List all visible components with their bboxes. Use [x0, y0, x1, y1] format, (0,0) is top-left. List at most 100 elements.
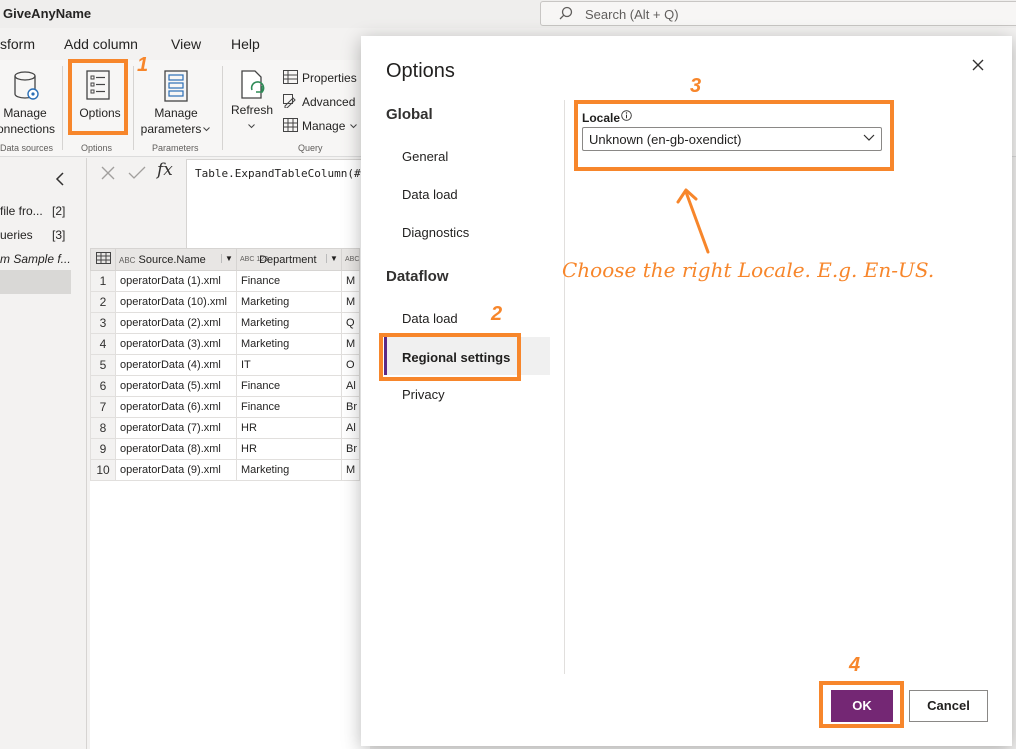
selected-query-row[interactable] [0, 270, 71, 294]
table-cell[interactable]: HR [236, 417, 342, 439]
row-number[interactable]: 5 [90, 354, 116, 376]
menu-view[interactable]: View [171, 36, 201, 52]
formula-text: Table.ExpandTableColumn(# [195, 167, 361, 180]
table-cell[interactable]: operatorData (3).xml [115, 333, 237, 355]
advanced-editor-button[interactable]: Advanced [302, 95, 355, 109]
data-table: ABC Source.Name ▼ ABC 123 Department ▼ A… [90, 248, 374, 481]
table-row[interactable]: 5 operatorData (4).xml IT O [90, 354, 360, 376]
table-cell[interactable]: M [341, 459, 360, 481]
column-header-partial[interactable]: ABC 123 [341, 248, 374, 271]
row-number[interactable]: 4 [90, 333, 116, 355]
row-number[interactable]: 10 [90, 459, 116, 481]
table-cell[interactable]: M [341, 291, 360, 313]
queries-pane [0, 158, 87, 749]
table-cell[interactable]: operatorData (4).xml [115, 354, 237, 376]
menu-add-column[interactable]: Add column [64, 36, 138, 52]
table-cell[interactable]: operatorData (2).xml [115, 312, 237, 334]
table-cell[interactable]: Br [341, 438, 360, 460]
table-cell[interactable]: Marketing [236, 291, 342, 313]
data-grid: ABC Source.Name ▼ ABC 123 Department ▼ A… [90, 248, 374, 749]
table-cell[interactable]: Al [341, 417, 360, 439]
table-cell[interactable]: operatorData (10).xml [115, 291, 237, 313]
table-cell[interactable]: operatorData (6).xml [115, 396, 237, 418]
manage-connections-label-2[interactable]: onnections [0, 122, 56, 136]
search-box[interactable]: Search (Alt + Q) [540, 1, 1016, 26]
table-cell[interactable]: M [341, 270, 360, 292]
table-cell[interactable]: Finance [236, 375, 342, 397]
menu-help[interactable]: Help [231, 36, 260, 52]
type-any-icon: ABC 123 [240, 256, 269, 264]
type-any-icon: ABC 123 [345, 256, 374, 264]
nav-general[interactable]: General [402, 149, 448, 164]
cancel-x-icon[interactable] [100, 165, 116, 181]
collapse-chevron-left-icon[interactable] [55, 172, 65, 186]
table-cell[interactable]: operatorData (8).xml [115, 438, 237, 460]
table-row[interactable]: 4 operatorData (3).xml Marketing M [90, 333, 360, 355]
parameters-icon [164, 70, 188, 102]
table-cell[interactable]: Finance [236, 396, 342, 418]
menu-transform[interactable]: sform [0, 36, 35, 52]
table-cell[interactable]: Al [341, 375, 360, 397]
fx-icon[interactable]: fx [157, 160, 173, 180]
table-cell[interactable]: operatorData (9).xml [115, 459, 237, 481]
table-cell[interactable]: operatorData (7).xml [115, 417, 237, 439]
table-cell[interactable]: operatorData (5).xml [115, 375, 237, 397]
nav-diagnostics[interactable]: Diagnostics [402, 225, 469, 240]
commit-check-icon[interactable] [128, 165, 146, 181]
table-row[interactable]: 6 operatorData (5).xml Finance Al [90, 375, 360, 397]
table-cell[interactable]: Marketing [236, 333, 342, 355]
table-cell[interactable]: Marketing [236, 459, 342, 481]
column-filter-dropdown-icon[interactable]: ▼ [326, 253, 341, 263]
table-cell[interactable]: O [341, 354, 360, 376]
query-item-name[interactable]: m Sample f... [0, 252, 70, 266]
table-row[interactable]: 8 operatorData (7).xml HR Al [90, 417, 360, 439]
table-row[interactable]: 2 operatorData (10).xml Marketing M [90, 291, 360, 313]
properties-icon [283, 70, 298, 84]
table-cell[interactable]: operatorData (1).xml [115, 270, 237, 292]
table-row[interactable]: 3 operatorData (2).xml Marketing Q [90, 312, 360, 334]
nav-global-data-load[interactable]: Data load [402, 187, 458, 202]
column-header-source-name[interactable]: ABC Source.Name ▼ [115, 248, 237, 271]
highlight-locale-dropdown [574, 100, 894, 171]
arrow-up-icon [676, 188, 710, 254]
column-header-department[interactable]: ABC 123 Department ▼ [236, 248, 342, 271]
formula-input[interactable]: Table.ExpandTableColumn(# [186, 159, 378, 249]
row-number[interactable]: 9 [90, 438, 116, 460]
nav-dataflow-data-load[interactable]: Data load [402, 311, 458, 326]
row-number[interactable]: 3 [90, 312, 116, 334]
row-number[interactable]: 6 [90, 375, 116, 397]
table-cell[interactable]: Br [341, 396, 360, 418]
table-selector-icon[interactable] [90, 248, 116, 271]
manage-parameters-label-1[interactable]: Manage [146, 106, 206, 120]
query-item-count: [2] [52, 204, 66, 218]
nav-privacy[interactable]: Privacy [402, 387, 445, 402]
column-filter-dropdown-icon[interactable]: ▼ [221, 253, 236, 263]
table-cell[interactable]: HR [236, 438, 342, 460]
row-number[interactable]: 7 [90, 396, 116, 418]
table-row[interactable]: 10 operatorData (9).xml Marketing M [90, 459, 360, 481]
group-label-parameters: Parameters [152, 143, 199, 153]
row-number[interactable]: 2 [90, 291, 116, 313]
dialog-divider [564, 100, 565, 674]
table-cell[interactable]: Finance [236, 270, 342, 292]
properties-button[interactable]: Properties [302, 71, 357, 85]
table-cell[interactable]: IT [236, 354, 342, 376]
row-number[interactable]: 8 [90, 417, 116, 439]
table-row[interactable]: 7 operatorData (6).xml Finance Br [90, 396, 360, 418]
cancel-button[interactable]: Cancel [909, 690, 988, 722]
step-number-2: 2 [491, 303, 503, 325]
query-item-name[interactable]: ueries [0, 228, 33, 242]
manage-parameters-label-2[interactable]: parameters [138, 122, 204, 136]
table-cell[interactable]: M [341, 333, 360, 355]
table-row[interactable]: 1 operatorData (1).xml Finance M [90, 270, 360, 292]
manage-button[interactable]: Manage [302, 119, 345, 133]
query-item-name[interactable]: file fro... [0, 204, 43, 218]
table-cell[interactable]: Q [341, 312, 360, 334]
row-number[interactable]: 1 [90, 270, 116, 292]
manage-connections-label-1[interactable]: Manage [2, 106, 48, 120]
table-row[interactable]: 9 operatorData (8).xml HR Br [90, 438, 360, 460]
group-label-options: Options [81, 143, 113, 153]
table-cell[interactable]: Marketing [236, 312, 342, 334]
close-icon[interactable] [969, 56, 987, 74]
refresh-label[interactable]: Refresh [228, 103, 276, 117]
